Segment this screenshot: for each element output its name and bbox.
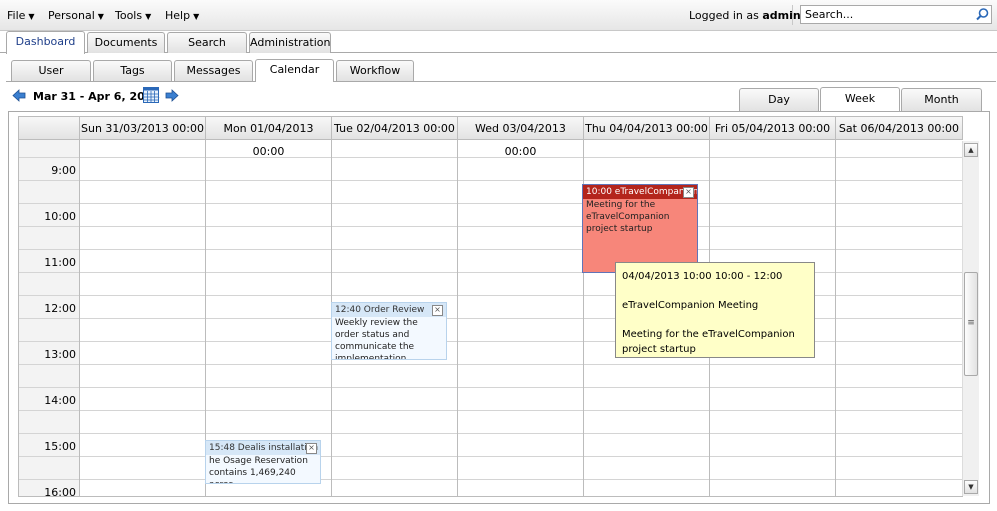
chevron-down-icon: ▼: [28, 12, 35, 21]
day-header-row: Sun 31/03/2013 00:00 Mon 01/04/2013 00:0…: [18, 116, 963, 158]
search-icon[interactable]: [975, 7, 990, 22]
tab-calendar[interactable]: Calendar: [255, 59, 334, 82]
tooltip-datetime: 04/04/2013 10:00 10:00 - 12:00: [622, 271, 783, 282]
time-label: 15:00: [44, 440, 76, 453]
tab-documents[interactable]: Documents: [87, 32, 165, 53]
event-description: he Osage Reservation contains 1,469,240 …: [209, 456, 308, 483]
tooltip-spacer: [622, 284, 808, 298]
separator: [792, 5, 793, 25]
close-icon[interactable]: ×: [683, 187, 694, 198]
event-title: 10:00 eTravelCompanion Meeting: [583, 185, 697, 199]
event-title: 12:40 Order Review: [332, 303, 446, 317]
event-title: 15:48 Dealis installation: [206, 441, 320, 455]
calendar-icon[interactable]: [143, 87, 159, 103]
day-header-fri: Fri 05/04/2013 00:00: [709, 117, 835, 139]
tab-view-day[interactable]: Day: [739, 88, 819, 111]
left-arrow-icon[interactable]: [12, 89, 26, 102]
close-icon[interactable]: ×: [432, 305, 443, 316]
scroll-down-button[interactable]: ▼: [964, 480, 978, 494]
chevron-down-icon: ▼: [193, 12, 200, 21]
username: admin: [762, 9, 801, 22]
tooltip-title: eTravelCompanion Meeting: [622, 300, 759, 311]
menu-personal[interactable]: Personal ▼: [48, 9, 104, 22]
search-box: [800, 5, 992, 24]
scroll-up-button[interactable]: ▲: [964, 143, 978, 157]
day-header-thu: Thu 04/04/2013 00:00: [583, 117, 709, 139]
logged-in-label: Logged in as admin: [689, 9, 801, 22]
sub-tabs-baseline: [6, 81, 996, 82]
chevron-down-icon: ▼: [97, 12, 104, 21]
tab-messages[interactable]: Messages: [174, 60, 253, 81]
event-etravelcompanion-meeting[interactable]: 10:00 eTravelCompanion Meeting × Meeting…: [582, 184, 698, 273]
week-grid[interactable]: 9:00 10:00 11:00 12:00 13:00 14:00 15:00…: [18, 140, 963, 497]
time-label: 11:00: [44, 256, 76, 269]
menu-bar: File ▼ Personal ▼ Tools ▼ Help ▼ Logged in a…: [0, 0, 997, 31]
time-label: 14:00: [44, 394, 76, 407]
event-order-review[interactable]: 12:40 Order Review × Weekly review the o…: [331, 302, 447, 360]
tooltip-spacer: [622, 313, 808, 327]
day-header-mon: Mon 01/04/2013 00:00: [205, 117, 331, 158]
time-label: 13:00: [44, 348, 76, 361]
scroll-thumb[interactable]: ≡: [964, 272, 978, 376]
day-header-sun: Sun 31/03/2013 00:00: [79, 117, 205, 139]
tooltip-description: Meeting for the eTravelCompanion project…: [622, 329, 795, 355]
right-arrow-icon[interactable]: [165, 89, 179, 102]
event-description: Weekly review the order status and commu…: [335, 318, 418, 360]
event-dealis-installation[interactable]: 15:48 Dealis installation × he Osage Res…: [205, 440, 321, 484]
time-label: 16:00: [44, 486, 76, 497]
tab-administration[interactable]: Administration: [249, 32, 331, 53]
time-label: 9:00: [51, 164, 76, 177]
chevron-down-icon: ▼: [145, 12, 152, 21]
tab-dashboard[interactable]: Dashboard: [6, 31, 85, 54]
date-range-label: Mar 31 - Apr 6, 2013: [33, 90, 161, 103]
time-label: 10:00: [44, 210, 76, 223]
time-label: 12:00: [44, 302, 76, 315]
tab-view-month[interactable]: Month: [901, 88, 982, 111]
menu-file[interactable]: File ▼: [7, 9, 35, 22]
tab-search[interactable]: Search: [167, 32, 247, 53]
close-icon[interactable]: ×: [306, 443, 317, 454]
menu-help[interactable]: Help ▼: [165, 9, 199, 22]
vertical-scrollbar[interactable]: ▲ ≡ ▼: [962, 141, 979, 496]
event-description: Meeting for the eTravelCompanion project…: [586, 200, 670, 234]
tab-workflow[interactable]: Workflow: [336, 60, 414, 81]
tab-view-week[interactable]: Week: [820, 87, 900, 112]
event-tooltip: 04/04/2013 10:00 10:00 - 12:00 eTravelCo…: [615, 262, 815, 358]
tab-user[interactable]: User: [11, 60, 91, 81]
menu-tools[interactable]: Tools ▼: [115, 9, 151, 22]
day-header-wed: Wed 03/04/2013 00:00: [457, 117, 583, 158]
tab-tags[interactable]: Tags: [93, 60, 172, 81]
day-header-sat: Sat 06/04/2013 00:00: [835, 117, 962, 139]
search-input[interactable]: [801, 6, 979, 23]
day-header-tue: Tue 02/04/2013 00:00: [331, 117, 457, 139]
